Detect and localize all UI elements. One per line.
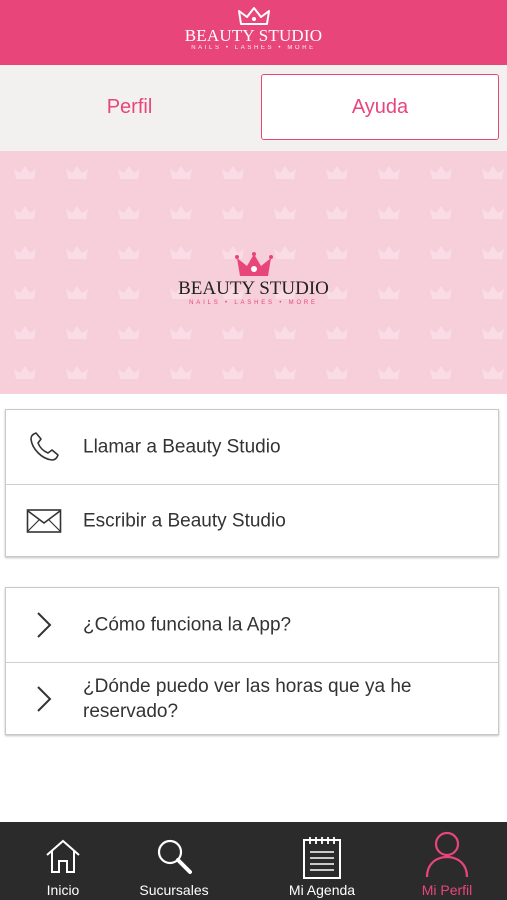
banner-logo: BEAUTY STUDIO NAILS • LASHES • MORE xyxy=(150,251,357,313)
nav-mi-perfil-label: Mi Perfil xyxy=(421,882,473,898)
header-logo: BEAUTY STUDIO NAILS • LASHES • MORE xyxy=(0,6,507,58)
banner-logo-tagline: NAILS • LASHES • MORE xyxy=(189,300,318,306)
user-icon xyxy=(424,830,470,883)
phone-icon xyxy=(26,429,62,465)
nav-sucursales[interactable]: Sucursales xyxy=(111,822,237,900)
crown-icon xyxy=(237,7,270,25)
nav-mi-agenda-label: Mi Agenda xyxy=(288,882,356,898)
faq-item-how-app-works[interactable]: ¿Cómo funciona la App? xyxy=(6,588,498,661)
chevron-right-icon xyxy=(26,681,62,717)
faq-reserved-hours-label: ¿Dónde puedo ver las horas que ya he res… xyxy=(83,676,412,722)
faq-how-app-works-label: ¿Cómo funciona la App? xyxy=(83,614,292,635)
calendar-icon xyxy=(301,836,343,885)
nav-sucursales-label: Sucursales xyxy=(139,882,209,898)
call-beauty-studio-label: Llamar a Beauty Studio xyxy=(83,436,281,457)
faq-item-reserved-hours[interactable]: ¿Dónde puedo ver las horas que ya he res… xyxy=(6,662,498,735)
app-header: BEAUTY STUDIO NAILS • LASHES • MORE xyxy=(0,0,507,65)
call-beauty-studio-item[interactable]: Llamar a Beauty Studio xyxy=(6,410,498,483)
write-beauty-studio-label: Escribir a Beauty Studio xyxy=(83,510,286,532)
chevron-right-icon xyxy=(26,607,62,643)
help-card: ¿Cómo funciona la App? ¿Dónde puedo ver … xyxy=(5,587,499,735)
banner-logo-title: BEAUTY STUDIO xyxy=(178,278,329,299)
envelope-icon xyxy=(26,503,62,539)
bottom-navigation: Inicio Sucursales Mi Agenda Mi Perfil xyxy=(0,822,507,900)
header-logo-tagline: NAILS • LASHES • MORE xyxy=(191,45,316,51)
nav-mi-agenda[interactable]: Mi Agenda xyxy=(259,822,385,900)
brand-banner: BEAUTY STUDIO NAILS • LASHES • MORE xyxy=(0,151,507,394)
nav-mi-perfil[interactable]: Mi Perfil xyxy=(384,822,507,900)
nav-inicio[interactable]: Inicio xyxy=(0,822,126,900)
search-icon xyxy=(154,836,194,881)
profile-tabs: Perfil Ayuda xyxy=(0,65,507,151)
home-icon xyxy=(43,836,83,881)
write-beauty-studio-item[interactable]: Escribir a Beauty Studio xyxy=(6,484,498,557)
banner-crown-icon xyxy=(234,252,273,276)
tab-perfil[interactable]: Perfil xyxy=(2,74,257,140)
tab-ayuda[interactable]: Ayuda xyxy=(261,74,499,140)
header-logo-title: BEAUTY STUDIO xyxy=(184,26,323,45)
contact-card: Llamar a Beauty Studio Escribir a Beauty… xyxy=(5,409,499,557)
nav-inicio-label: Inicio xyxy=(46,882,80,898)
